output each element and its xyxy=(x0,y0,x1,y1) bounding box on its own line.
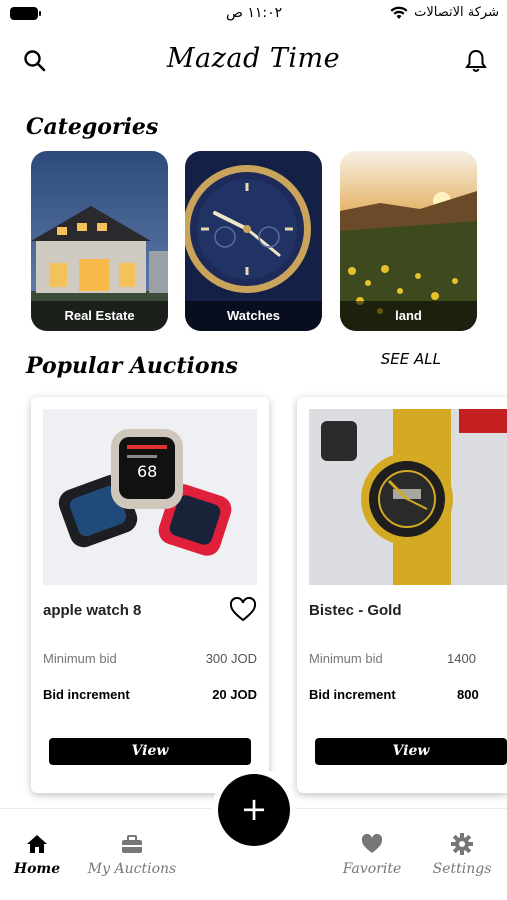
gear-icon xyxy=(451,833,473,855)
auction-image: 68 xyxy=(43,409,257,585)
popular-auctions-title: Popular Auctions xyxy=(26,353,238,379)
minimum-bid-label: Minimum bid xyxy=(309,651,383,666)
nav-label: Favorite xyxy=(342,861,402,877)
category-watches[interactable]: Watches xyxy=(185,151,322,331)
category-label: land xyxy=(340,301,477,331)
app-header: Mazad Time xyxy=(0,40,507,84)
bid-increment-label: Bid increment xyxy=(309,687,396,702)
nav-label: Settings xyxy=(432,861,492,877)
bid-increment-value: 20 JOD xyxy=(212,687,257,702)
wifi-icon xyxy=(390,6,408,19)
category-real-estate[interactable]: Real Estate xyxy=(31,151,168,331)
nav-label: My Auctions xyxy=(87,861,177,877)
briefcase-icon xyxy=(122,835,142,853)
see-all-link[interactable]: SEE ALL xyxy=(381,350,441,368)
carrier-name: شركة الاتصالات xyxy=(414,5,499,20)
view-button[interactable]: View xyxy=(49,738,251,765)
auction-card[interactable]: Bistec - Gold Minimum bid 1400 Bid incre… xyxy=(297,397,507,793)
bid-increment-label: Bid increment xyxy=(43,687,130,702)
nav-settings[interactable]: Settings xyxy=(417,833,507,877)
svg-text:68: 68 xyxy=(137,462,157,481)
auction-card[interactable]: 68 apple watch 8 Minimum bid 300 JOD Bid… xyxy=(31,397,269,793)
minimum-bid-value: 1400 xyxy=(447,651,476,666)
auction-name: apple watch 8 xyxy=(43,602,142,619)
battery-icon xyxy=(10,7,41,20)
category-label: Watches xyxy=(185,301,322,331)
nav-favorite[interactable]: Favorite xyxy=(327,833,417,877)
auction-name: Bistec - Gold xyxy=(309,602,402,619)
status-time: ١١:٠٢ ص xyxy=(226,5,283,21)
nav-home[interactable]: Home xyxy=(0,833,82,877)
add-auction-button[interactable]: + xyxy=(218,774,290,846)
auction-image xyxy=(309,409,507,585)
status-carrier-group: شركة الاتصالات xyxy=(390,5,499,20)
status-bar: ١١:٠٢ ص شركة الاتصالات xyxy=(0,0,507,28)
heart-icon[interactable] xyxy=(229,597,257,623)
heart-icon xyxy=(361,833,383,853)
category-land[interactable]: land xyxy=(340,151,477,331)
nav-my-auctions[interactable]: My Auctions xyxy=(87,833,177,877)
categories-title: Categories xyxy=(26,114,159,140)
minimum-bid-label: Minimum bid xyxy=(43,651,117,666)
category-label: Real Estate xyxy=(31,301,168,331)
bell-icon[interactable] xyxy=(463,48,489,74)
minimum-bid-value: 300 JOD xyxy=(205,651,257,666)
bid-increment-value: 800 xyxy=(457,687,479,702)
app-title: Mazad Time xyxy=(166,43,341,74)
view-button[interactable]: View xyxy=(315,738,507,765)
home-icon xyxy=(27,835,47,853)
nav-label: Home xyxy=(13,861,61,877)
